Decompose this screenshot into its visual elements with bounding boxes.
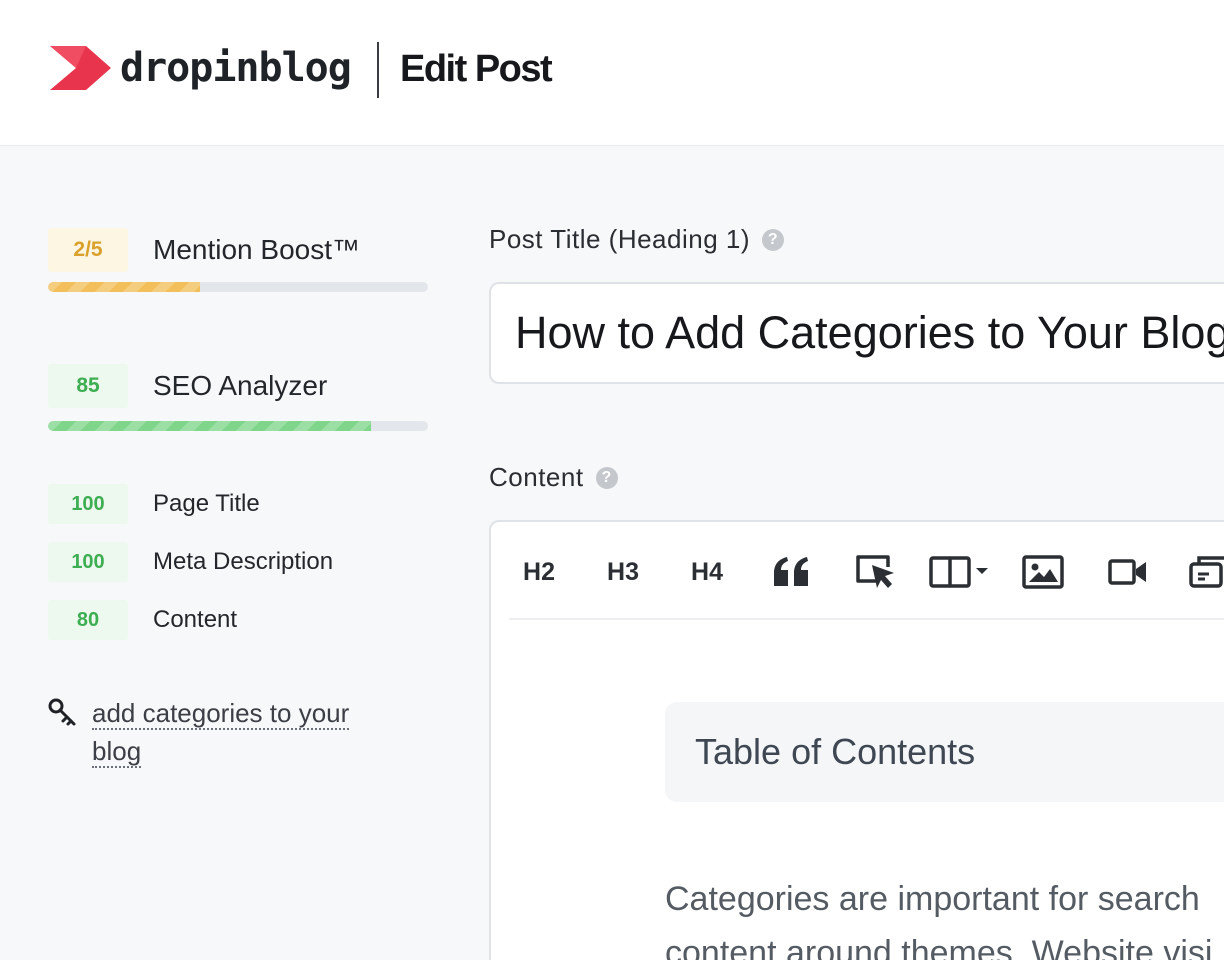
content-editor[interactable]: H2 H3 H4 Table of Contents Categories ar… [489, 520, 1224, 960]
content-body[interactable]: Categories are important for search cont… [665, 872, 1224, 960]
content-line: Categories are important for search [665, 880, 1200, 918]
embed-icon [1189, 556, 1224, 588]
content-label: Content ? [489, 462, 618, 493]
check-label: Content [153, 606, 238, 633]
video-icon [1108, 559, 1146, 585]
quote-icon [774, 557, 808, 586]
logo-text: dropinblog [120, 45, 352, 91]
check-score: 80 [48, 600, 128, 640]
columns-dropdown-icon [929, 556, 988, 588]
seo-analyzer-label: SEO Analyzer [153, 370, 328, 401]
mention-boost-row[interactable]: 2/5 Mention Boost™ [48, 228, 360, 272]
content-line: content around themes. Website visi [665, 934, 1213, 960]
check-label: Meta Description [153, 548, 334, 575]
page-title: Edit Post [400, 48, 553, 90]
cursor-link-icon [856, 555, 894, 588]
help-icon[interactable]: ? [595, 466, 618, 489]
mention-boost-score: 2/5 [48, 228, 128, 272]
post-title-label-text: Post Title (Heading 1) [489, 224, 751, 254]
h3-button[interactable]: H3 [603, 552, 643, 592]
focus-keyword-link[interactable]: add categories to your blog [92, 698, 350, 768]
key-icon [48, 698, 76, 726]
check-score: 100 [48, 542, 128, 582]
header: dropinblog Edit Post [0, 0, 1224, 146]
check-page-title[interactable]: 100 Page Title [48, 484, 260, 524]
dropinblog-logo-icon [50, 46, 111, 90]
check-content[interactable]: 80 Content [48, 600, 237, 640]
logo[interactable]: dropinblog [48, 44, 352, 92]
editor-toolbar: H2 H3 H4 [509, 522, 1224, 620]
check-score: 100 [48, 484, 128, 524]
check-label: Page Title [153, 490, 260, 517]
focus-keyword-text[interactable]: add categories to your blog [92, 694, 392, 770]
embed-button[interactable] [1189, 552, 1224, 592]
seo-analyzer-progress-fill [48, 421, 371, 431]
focus-keyword: add categories to your blog [48, 694, 392, 770]
mention-boost-progress [48, 282, 428, 292]
help-icon[interactable]: ? [762, 228, 785, 251]
h4-button[interactable]: H4 [687, 552, 727, 592]
header-divider [377, 42, 379, 98]
seo-analyzer-row[interactable]: 85 SEO Analyzer [48, 364, 327, 408]
check-meta-description[interactable]: 100 Meta Description [48, 542, 333, 582]
image-button[interactable] [1021, 552, 1065, 592]
columns-dropdown-button[interactable] [929, 552, 993, 592]
seo-analyzer-score: 85 [48, 364, 128, 408]
post-title-input[interactable]: How to Add Categories to Your Blog [489, 282, 1224, 384]
image-icon [1022, 555, 1064, 589]
content-label-text: Content [489, 462, 584, 492]
video-button[interactable] [1107, 552, 1149, 592]
post-title-label: Post Title (Heading 1) ? [489, 224, 785, 255]
link-button[interactable] [853, 552, 899, 592]
mention-boost-label: Mention Boost™ [153, 234, 360, 265]
quote-button[interactable] [769, 552, 815, 592]
table-of-contents-block[interactable]: Table of Contents [665, 702, 1224, 802]
toc-title: Table of Contents [695, 731, 976, 772]
seo-analyzer-progress [48, 421, 428, 431]
h2-button[interactable]: H2 [519, 552, 559, 592]
mention-boost-progress-fill [48, 282, 200, 292]
